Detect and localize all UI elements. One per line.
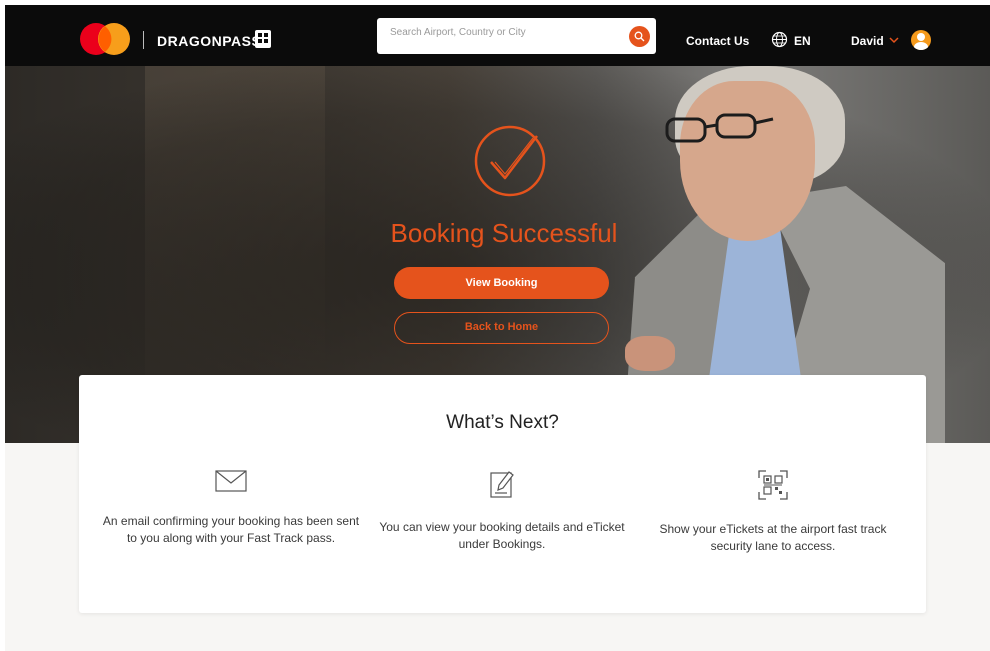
- search-bar: [377, 18, 656, 54]
- user-avatar[interactable]: [911, 30, 931, 50]
- view-booking-button[interactable]: View Booking: [394, 267, 609, 299]
- back-to-home-button[interactable]: Back to Home: [394, 312, 609, 344]
- mastercard-logo[interactable]: [79, 22, 131, 56]
- globe-icon[interactable]: [771, 31, 788, 48]
- hero-photo-hand: [625, 336, 675, 371]
- top-nav-bar: DRAGONPASS Contact Us EN David: [5, 5, 990, 66]
- chevron-down-icon[interactable]: [888, 34, 900, 46]
- step-show-eticket: Show your eTickets at the airport fast t…: [643, 469, 903, 555]
- user-menu[interactable]: David: [851, 34, 884, 48]
- language-selector[interactable]: EN: [794, 34, 811, 48]
- hero-photo-face: [680, 81, 815, 241]
- whats-next-title: What’s Next?: [446, 412, 559, 433]
- booking-status-title: Booking Successful: [390, 218, 618, 248]
- step-email-text: An email confirming your booking has bee…: [102, 514, 360, 545]
- success-check-icon: [474, 125, 546, 197]
- search-icon: [634, 31, 645, 42]
- step-view-booking: You can view your booking details and eT…: [372, 469, 632, 553]
- brand-badge-icon: [255, 30, 271, 48]
- contact-us-link[interactable]: Contact Us: [686, 34, 749, 48]
- whats-next-card: What’s Next? An email confirming your bo…: [79, 375, 926, 613]
- edit-document-icon: [490, 471, 514, 498]
- brand-name[interactable]: DRAGONPASS: [157, 33, 261, 49]
- step-email: An email confirming your booking has bee…: [101, 469, 361, 547]
- search-button[interactable]: [629, 26, 650, 47]
- step-show-eticket-text: Show your eTickets at the airport fast t…: [659, 522, 887, 553]
- search-input[interactable]: [390, 27, 620, 38]
- step-view-booking-text: You can view your booking details and eT…: [379, 520, 625, 551]
- qr-code-icon: [758, 470, 788, 500]
- hero-photo-glasses: [665, 113, 774, 143]
- envelope-icon: [215, 470, 247, 492]
- brand-divider: [143, 31, 144, 49]
